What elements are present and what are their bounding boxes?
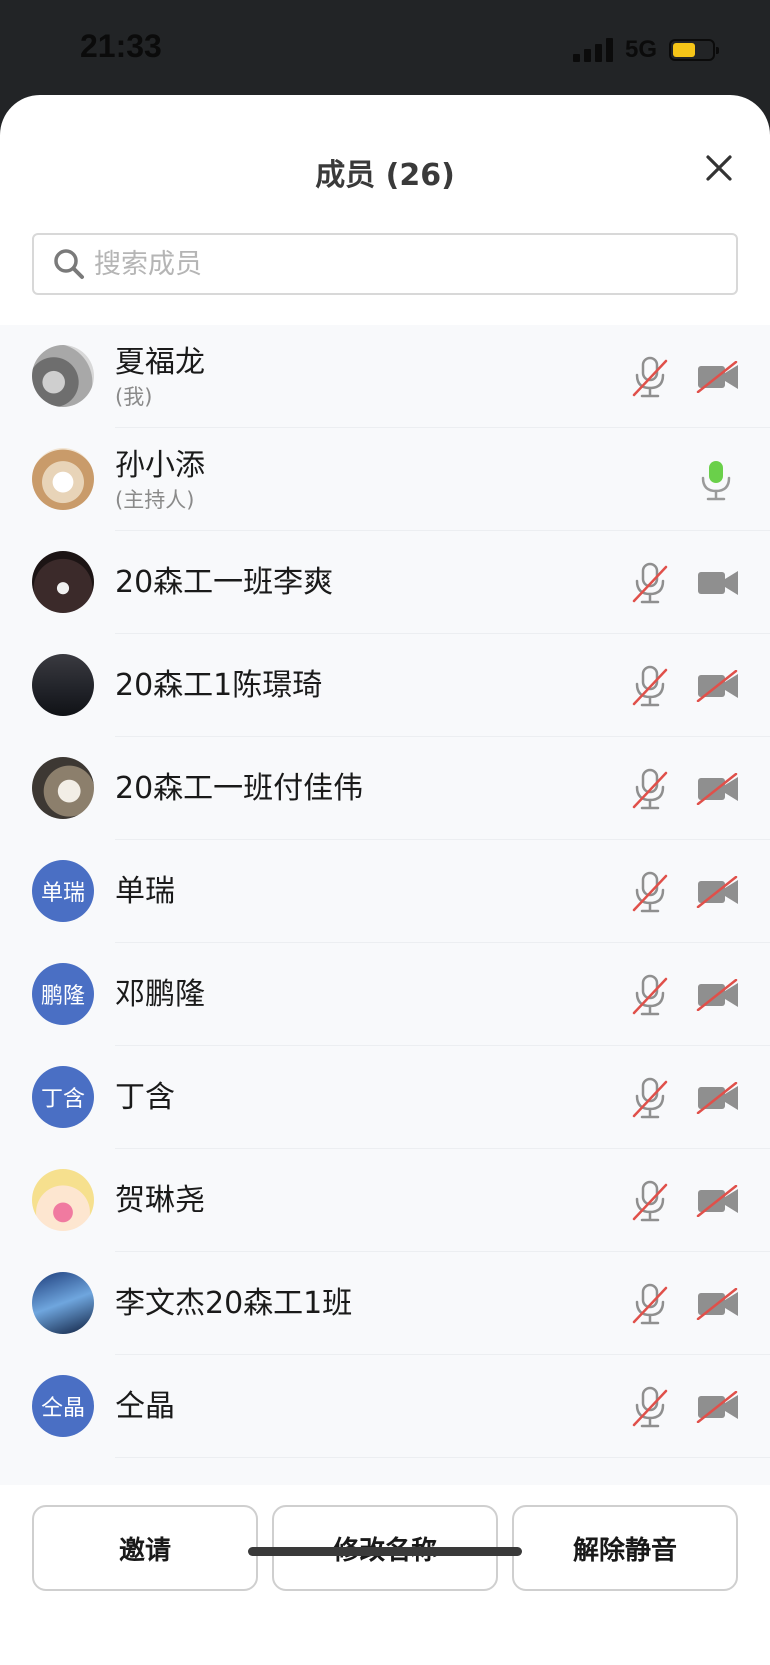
microphone-active-icon[interactable]: [696, 458, 736, 502]
microphone-muted-icon[interactable]: [630, 1179, 670, 1223]
member-name: 20森工一班李爽: [115, 564, 334, 600]
member-info: 单瑞: [115, 840, 175, 943]
member-info: 20森工1陈璟琦: [115, 634, 322, 737]
network-label: 5G: [624, 36, 657, 63]
microphone-muted-icon[interactable]: [630, 1282, 670, 1326]
member-row[interactable]: 鹏隆 邓鹏隆: [0, 943, 770, 1046]
camera-off-icon[interactable]: [696, 1287, 740, 1321]
status-bar: 21:33 5G: [0, 0, 770, 100]
camera-off-icon[interactable]: [696, 978, 740, 1012]
member-info: 20森工一班李爽: [115, 531, 333, 634]
member-name: 丁含: [115, 1079, 175, 1115]
home-indicator: [248, 1547, 522, 1556]
page-title: 成员 (26): [315, 158, 455, 193]
member-info: 丁含: [115, 1046, 175, 1149]
member-name: 20森工1陈璟琦: [115, 667, 323, 703]
avatar: 仝晶: [32, 1375, 94, 1437]
member-info: 李文杰20森工1班: [115, 1252, 352, 1355]
members-sheet: 成员 (26) 夏福龙 (我) 孙小添 (主持人) 20森工一班李爽: [0, 95, 770, 1665]
microphone-muted-icon[interactable]: [630, 664, 670, 708]
avatar: 丁含: [32, 1066, 94, 1128]
member-info: 邓鹏隆: [115, 943, 205, 1046]
member-info: 夏福龙 (我): [115, 325, 205, 428]
member-row[interactable]: 单瑞 单瑞: [0, 840, 770, 943]
avatar: [32, 551, 94, 613]
camera-icon[interactable]: [696, 567, 740, 599]
member-info: 仝晶: [115, 1355, 175, 1458]
camera-off-icon[interactable]: [696, 1184, 740, 1218]
avatar: 鹏隆: [32, 963, 94, 1025]
microphone-muted-icon[interactable]: [630, 973, 670, 1017]
microphone-muted-icon[interactable]: [630, 767, 670, 811]
avatar: [32, 654, 94, 716]
member-row[interactable]: 丁含 丁含: [0, 1046, 770, 1149]
member-name: 孙小添: [115, 447, 205, 483]
camera-off-icon[interactable]: [696, 772, 740, 806]
sheet-header: 成员 (26): [0, 95, 770, 220]
microphone-muted-icon[interactable]: [630, 1385, 670, 1429]
member-name: 夏福龙: [115, 344, 205, 380]
unmute-button[interactable]: 解除静音: [512, 1505, 738, 1591]
member-role: (主持人): [115, 487, 195, 512]
member-name: 单瑞: [115, 873, 175, 909]
camera-off-icon[interactable]: [696, 669, 740, 703]
member-name: 李文杰20森工1班: [115, 1285, 353, 1321]
member-info: 20森工一班付佳伟: [115, 737, 363, 840]
close-button[interactable]: [704, 153, 734, 183]
search-icon: [54, 249, 84, 279]
microphone-muted-icon[interactable]: [630, 870, 670, 914]
member-name: 20森工一班付佳伟: [115, 770, 364, 806]
member-row[interactable]: 20森工一班李爽: [0, 531, 770, 634]
member-info: 孙小添 (主持人): [115, 428, 205, 531]
avatar: [32, 1272, 94, 1334]
camera-off-icon[interactable]: [696, 1081, 740, 1115]
avatar: [32, 448, 94, 510]
microphone-muted-icon[interactable]: [630, 355, 670, 399]
member-name: 贺琳尧: [115, 1182, 205, 1218]
member-name: 仝晶: [115, 1388, 175, 1424]
avatar: [32, 1169, 94, 1231]
member-row[interactable]: 贺琳尧: [0, 1149, 770, 1252]
search-input[interactable]: [94, 248, 694, 280]
avatar: [32, 345, 94, 407]
member-row[interactable]: 李文杰20森工1班: [0, 1252, 770, 1355]
search-box[interactable]: [32, 233, 738, 295]
invite-button[interactable]: 邀请: [32, 1505, 258, 1591]
signal-icon: [572, 38, 613, 62]
camera-off-icon[interactable]: [696, 1390, 740, 1424]
member-name: 邓鹏隆: [115, 976, 205, 1012]
microphone-muted-icon[interactable]: [630, 561, 670, 605]
status-time: 21:33: [80, 28, 162, 64]
member-row[interactable]: 夏福龙 (我): [0, 325, 770, 428]
camera-off-icon[interactable]: [696, 360, 740, 394]
member-row[interactable]: 20森工1陈璟琦: [0, 634, 770, 737]
status-indicators: 5G: [572, 36, 719, 64]
member-row[interactable]: 20森工一班付佳伟: [0, 737, 770, 840]
close-icon: [706, 155, 732, 181]
member-list[interactable]: 夏福龙 (我) 孙小添 (主持人) 20森工一班李爽 20森工1陈璟琦 20森工…: [0, 325, 770, 1485]
member-info: 贺琳尧: [115, 1149, 205, 1252]
member-row[interactable]: 孙小添 (主持人): [0, 428, 770, 531]
member-role: (我): [115, 384, 153, 409]
camera-off-icon[interactable]: [696, 875, 740, 909]
footer-actions: 邀请 修改名称 解除静音: [0, 1485, 770, 1665]
battery-icon: [669, 39, 719, 61]
avatar: [32, 757, 94, 819]
microphone-muted-icon[interactable]: [630, 1076, 670, 1120]
row-divider: [115, 1457, 770, 1458]
avatar: 单瑞: [32, 860, 94, 922]
member-row[interactable]: 仝晶 仝晶: [0, 1355, 770, 1458]
